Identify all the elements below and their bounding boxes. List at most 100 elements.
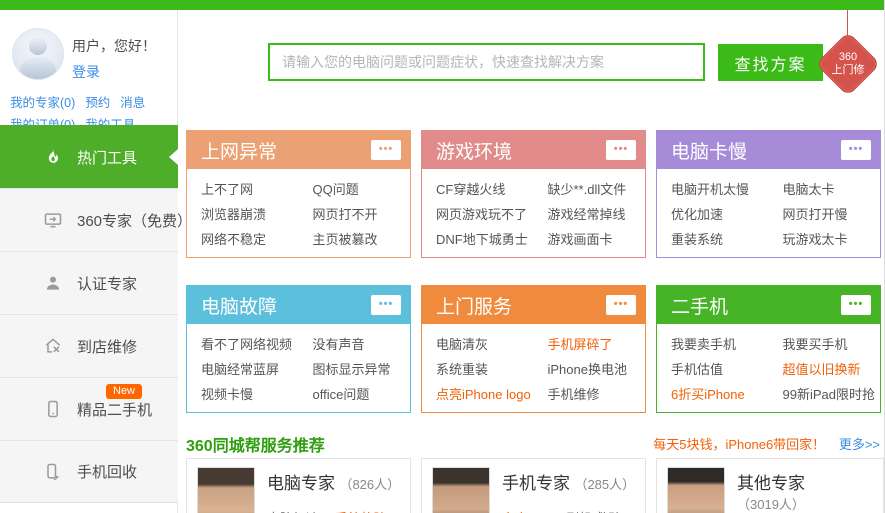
expert-photo <box>667 467 725 513</box>
card-link[interactable]: 99新iPad限时抢 <box>769 382 881 407</box>
card-link[interactable]: 主页被篡改 <box>299 227 411 252</box>
promo-ad-link[interactable]: 每天5块钱，iPhone6带回家！ <box>653 437 825 452</box>
card-body: 我要卖手机 我要买手机 手机估值 超值以旧换新 6折买iPhone 99新iPa… <box>657 324 880 407</box>
card-body: 电脑开机太慢 电脑太卡 优化加速 网页打开慢 重装系统 玩游戏太卡 <box>657 169 880 252</box>
card-body: 上不了网 QQ问题 浏览器崩溃 网页打不开 网络不稳定 主页被篡改 <box>187 169 410 252</box>
expert-card-other[interactable]: 其他专家 （3019人） 系统重装 游戏问题 <box>656 458 884 513</box>
sidebar-item-hot-tools[interactable]: 热门工具 <box>0 125 178 188</box>
card-link[interactable]: 游戏画面卡 <box>534 227 646 252</box>
card-game-environment: 游戏环境 ••• CF穿越火线 缺少**.dll文件 网页游戏玩不了 游戏经常掉… <box>421 130 646 258</box>
monitor-icon <box>42 209 64 231</box>
card-header: 二手机 ••• <box>657 286 880 324</box>
section-title-city-services: 360同城帮服务推荐 <box>186 432 325 456</box>
card-body: 电脑清灰 手机屏碎了 系统重装 iPhone换电池 点亮iPhone logo … <box>422 324 645 407</box>
avatar[interactable] <box>12 28 64 80</box>
more-dots-button[interactable]: ••• <box>606 140 636 160</box>
card-link[interactable]: 手机屏碎了 <box>534 332 646 357</box>
sidebar-item-certified-expert[interactable]: 认证专家 <box>0 251 178 314</box>
card-link[interactable]: DNF地下城勇士 <box>422 227 534 252</box>
card-link[interactable]: iPhone换电池 <box>534 357 646 382</box>
active-arrow-notch <box>169 149 178 165</box>
card-link[interactable]: 超值以旧换新 <box>769 357 881 382</box>
login-link[interactable]: 登录 <box>72 62 100 82</box>
card-link[interactable]: 我要买手机 <box>769 332 881 357</box>
card-link[interactable]: 没有声音 <box>299 332 411 357</box>
card-body: CF穿越火线 缺少**.dll文件 网页游戏玩不了 游戏经常掉线 DNF地下城勇… <box>422 169 645 252</box>
search-input[interactable] <box>268 43 705 81</box>
card-link[interactable]: 网页打不开 <box>299 202 411 227</box>
sidebar-item-premium-used-phone[interactable]: 精品二手机 New <box>0 377 178 440</box>
expert-count: （285人） <box>574 477 635 492</box>
card-link[interactable]: 点亮iPhone logo <box>422 382 534 407</box>
card-link[interactable]: 优化加速 <box>657 202 769 227</box>
card-link[interactable]: 缺少**.dll文件 <box>534 177 646 202</box>
card-link[interactable]: 图标显示异常 <box>299 357 411 382</box>
card-link[interactable]: 6折买iPhone <box>657 382 769 407</box>
expert-tags: 安卓root 刷机/救砖 <box>502 508 639 513</box>
user-greeting: 用户，您好！ <box>72 36 156 56</box>
badge-line1: 360 <box>839 51 857 64</box>
messages-link[interactable]: 消息 <box>120 92 145 111</box>
card-link[interactable]: 电脑太卡 <box>769 177 881 202</box>
card-link[interactable]: 视频卡慢 <box>187 382 299 407</box>
sidebar-item-360-expert[interactable]: 360专家（免费） <box>0 188 178 251</box>
more-dots-button[interactable]: ••• <box>371 295 401 315</box>
card-link[interactable]: 网页打开慢 <box>769 202 881 227</box>
more-dots-button[interactable]: ••• <box>606 295 636 315</box>
more-dots-button[interactable]: ••• <box>371 140 401 160</box>
card-body: 看不了网络视频 没有声音 电脑经常蓝屏 图标显示异常 视频卡慢 office问题 <box>187 324 410 407</box>
appointments-link[interactable]: 预约 <box>85 92 110 111</box>
card-link[interactable]: CF穿越火线 <box>422 177 534 202</box>
sidebar-item-label: 精品二手机 <box>77 399 152 420</box>
card-link[interactable]: 电脑清灰 <box>422 332 534 357</box>
badge-360-onsite-repair[interactable]: 360 上门修 <box>815 31 880 96</box>
phone-recycle-icon <box>42 461 64 483</box>
card-link[interactable]: 上不了网 <box>187 177 299 202</box>
page: 用户，您好！ 登录 我的专家(0) 预约 消息 我的订单(0) 我的工具 热门工… <box>0 0 885 513</box>
card-link[interactable]: 看不了网络视频 <box>187 332 299 357</box>
sidebar-item-label: 到店维修 <box>77 336 137 357</box>
new-badge: New <box>106 384 142 399</box>
promo-right: 每天5块钱，iPhone6带回家！ 更多>> <box>653 434 880 453</box>
card-onsite-service: 上门服务 ••• 电脑清灰 手机屏碎了 系统重装 iPhone换电池 点亮iPh… <box>421 285 646 413</box>
expert-name: 手机专家 <box>502 474 570 493</box>
expert-name: 其他专家 <box>737 474 805 493</box>
expert-card-computer[interactable]: 电脑专家 （826人） 电脑加速 系统故障 <box>186 458 411 513</box>
card-header: 上网异常 ••• <box>187 131 410 169</box>
search-button[interactable]: 查找方案 <box>718 44 823 81</box>
user-panel: 用户，您好！ 登录 我的专家(0) 预约 消息 我的订单(0) 我的工具 <box>0 10 177 125</box>
person-icon <box>42 272 64 294</box>
card-link[interactable]: QQ问题 <box>299 177 411 202</box>
card-link[interactable]: 电脑经常蓝屏 <box>187 357 299 382</box>
card-link[interactable]: 电脑开机太慢 <box>657 177 769 202</box>
card-link[interactable]: 玩游戏太卡 <box>769 227 881 252</box>
expert-name-row: 其他专家 （3019人） <box>737 469 877 513</box>
expert-count: （826人） <box>339 477 400 492</box>
sidebar-item-label: 手机回收 <box>77 461 137 482</box>
sidebar: 用户，您好！ 登录 我的专家(0) 预约 消息 我的订单(0) 我的工具 热门工… <box>0 10 178 513</box>
card-link[interactable]: 系统重装 <box>422 357 534 382</box>
expert-card-phone[interactable]: 手机专家 （285人） 安卓root 刷机/救砖 <box>421 458 646 513</box>
sidebar-item-store-repair[interactable]: 到店维修 <box>0 314 178 377</box>
card-link[interactable]: office问题 <box>299 382 411 407</box>
card-link[interactable]: 重装系统 <box>657 227 769 252</box>
more-dots-button[interactable]: ••• <box>841 295 871 315</box>
card-link[interactable]: 浏览器崩溃 <box>187 202 299 227</box>
card-title: 二手机 <box>671 292 728 319</box>
card-link[interactable]: 网页游戏玩不了 <box>422 202 534 227</box>
sidebar-item-phone-recycle[interactable]: 手机回收 <box>0 440 178 503</box>
expert-name: 电脑专家 <box>267 474 335 493</box>
more-link[interactable]: 更多>> <box>839 437 880 452</box>
top-accent-bar <box>0 0 885 10</box>
card-link[interactable]: 网络不稳定 <box>187 227 299 252</box>
card-link[interactable]: 游戏经常掉线 <box>534 202 646 227</box>
card-title: 上门服务 <box>436 292 512 319</box>
expert-name-row: 手机专家 （285人） <box>502 469 639 494</box>
card-link[interactable]: 手机估值 <box>657 357 769 382</box>
store-repair-icon <box>42 335 64 357</box>
card-link[interactable]: 我要卖手机 <box>657 332 769 357</box>
card-link[interactable]: 手机维修 <box>534 382 646 407</box>
expert-photo <box>432 467 490 513</box>
more-dots-button[interactable]: ••• <box>841 140 871 160</box>
my-experts-link[interactable]: 我的专家(0) <box>10 92 75 111</box>
